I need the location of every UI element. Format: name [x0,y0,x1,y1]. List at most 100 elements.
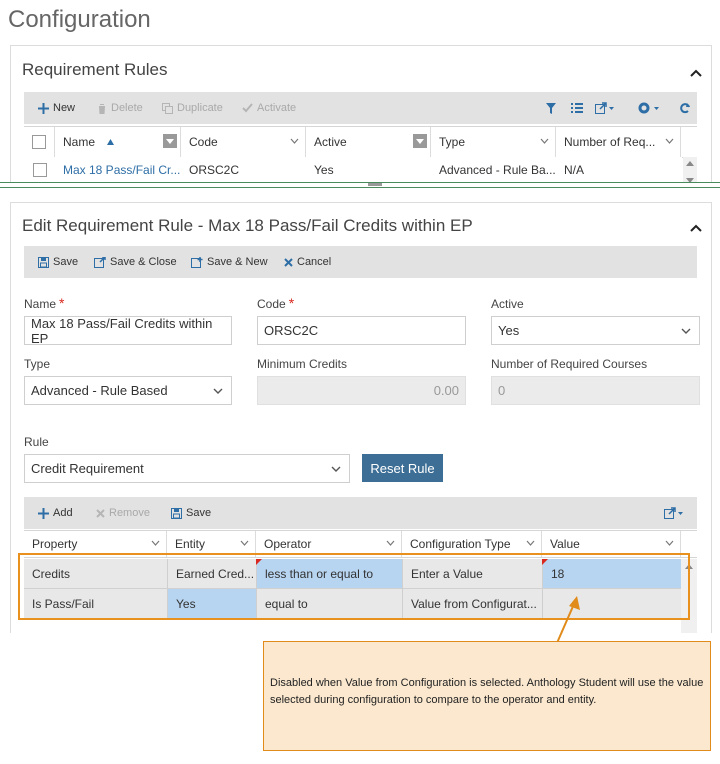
requirement-rules-title: Requirement Rules [22,60,168,79]
chevron-down-icon [331,466,341,472]
chevron-up-icon[interactable] [689,66,703,80]
name-field[interactable]: Max 18 Pass/Fail Credits within EP [24,316,232,346]
edit-rule-title: Edit Requirement Rule - Max 18 Pass/Fail… [22,216,473,235]
callout-arrow-icon [556,596,580,644]
reset-rule-button[interactable]: Reset Rule [362,454,443,482]
remove-label: Remove [109,507,150,519]
rules-scrollbar[interactable] [683,157,697,185]
row-active: Yes [314,163,334,177]
grid-save-button[interactable]: Save [171,497,211,529]
cancel-label: Cancel [297,256,332,268]
add-button[interactable]: Add [38,497,73,529]
chevron-down-icon [386,540,395,546]
delete-label: Delete [111,102,143,114]
num-courses-label: Number of Required Courses [491,357,648,371]
column-name[interactable]: Name [55,127,181,157]
chevron-down-icon [213,388,223,394]
code-field[interactable]: ORSC2C [257,316,466,345]
row-number: N/A [564,163,585,177]
duplicate-button[interactable]: Duplicate [162,92,223,124]
chevron-down-icon [290,138,299,144]
type-select[interactable]: Advanced - Rule Based [24,376,232,405]
trash-icon [98,103,106,114]
column-filter-icon[interactable] [163,134,177,148]
code-label: Code * [257,295,295,311]
chevron-down-icon [240,540,249,546]
activate-button[interactable]: Activate [242,92,296,124]
column-value-label: Value [550,537,580,551]
column-filter-icon[interactable] [413,134,427,148]
splitter-handle[interactable] [368,183,382,186]
grid-save-label: Save [186,507,212,519]
num-courses-field: 0 [491,376,700,405]
callout-note: Disabled when Value from Configuration i… [263,641,711,751]
save-new-button[interactable]: Save & New [191,246,268,278]
rule-grid-toolbar: Add Remove Save [24,497,697,529]
save-close-icon [94,256,106,268]
table-row[interactable]: Max 18 Pass/Fail Cr... ORSC2C Yes Advanc… [24,157,682,183]
rules-toolbar: New Delete Duplicate Activate [24,92,697,124]
columns-icon[interactable] [571,103,583,113]
chevron-down-icon [665,540,674,546]
active-label: Active [491,297,524,311]
save-new-label: Save & New [207,256,268,268]
row-name-link[interactable]: Max 18 Pass/Fail Cr... [55,157,181,183]
scroll-up-icon [686,161,694,166]
column-type-label: Type [439,135,466,149]
close-icon [96,508,105,518]
type-value: Advanced - Rule Based [31,383,168,398]
gear-icon[interactable] [638,102,660,114]
delete-button[interactable]: Delete [97,92,143,124]
plus-icon [38,507,49,519]
filter-icon[interactable] [546,103,556,114]
remove-button[interactable]: Remove [96,497,150,529]
save-button[interactable]: Save [38,246,78,278]
required-mark: * [288,295,295,311]
sort-asc-icon [107,139,115,145]
column-entity-label: Entity [175,537,206,551]
new-label: New [53,102,76,114]
row-type: Advanced - Rule Ba... [439,163,556,177]
plus-icon [38,102,49,114]
active-select[interactable]: Yes [491,316,700,345]
name-label: Name * [24,295,65,311]
save-close-button[interactable]: Save & Close [94,246,177,278]
column-active[interactable]: Active [306,127,431,157]
rule-select[interactable]: Credit Requirement [24,454,350,483]
row-code: ORSC2C [189,163,240,177]
duplicate-label: Duplicate [177,102,223,114]
chevron-down-icon [526,540,535,546]
column-active-label: Active [314,135,347,149]
row-checkbox[interactable] [32,163,47,177]
row-checkbox-cell [24,157,55,183]
panel-splitter[interactable] [0,182,720,188]
chevron-down-icon [681,328,691,334]
column-operator-label: Operator [264,537,312,551]
column-number[interactable]: Number of Req... [556,127,681,157]
new-button[interactable]: New [38,92,75,124]
active-value: Yes [498,323,520,338]
refresh-icon[interactable] [679,102,691,114]
chevron-up-icon[interactable] [689,221,703,235]
save-new-icon [191,256,203,268]
save-icon [171,507,182,519]
cancel-button[interactable]: Cancel [284,246,331,278]
callout-text: Disabled when Value from Configuration i… [270,677,704,706]
type-label: Type [24,357,51,371]
rules-grid-header: Name Code Active Type Number of Req... [24,126,697,158]
column-type[interactable]: Type [431,127,556,157]
chevron-down-icon [540,138,549,144]
select-all-cell [24,127,55,157]
select-all-checkbox[interactable] [32,135,46,149]
column-code[interactable]: Code [181,127,306,157]
requirement-rules-panel: Requirement Rules New Delete Duplicate A… [10,45,712,186]
export-icon[interactable] [664,507,684,519]
chevron-down-icon [151,540,160,546]
rule-label: Rule [24,435,49,449]
page-title: Configuration [8,6,151,33]
column-config-type-label: Configuration Type [410,537,511,551]
min-credits-label: Minimum Credits [257,357,348,371]
export-icon[interactable] [595,102,615,114]
add-label: Add [53,507,73,519]
save-close-label: Save & Close [110,256,177,268]
